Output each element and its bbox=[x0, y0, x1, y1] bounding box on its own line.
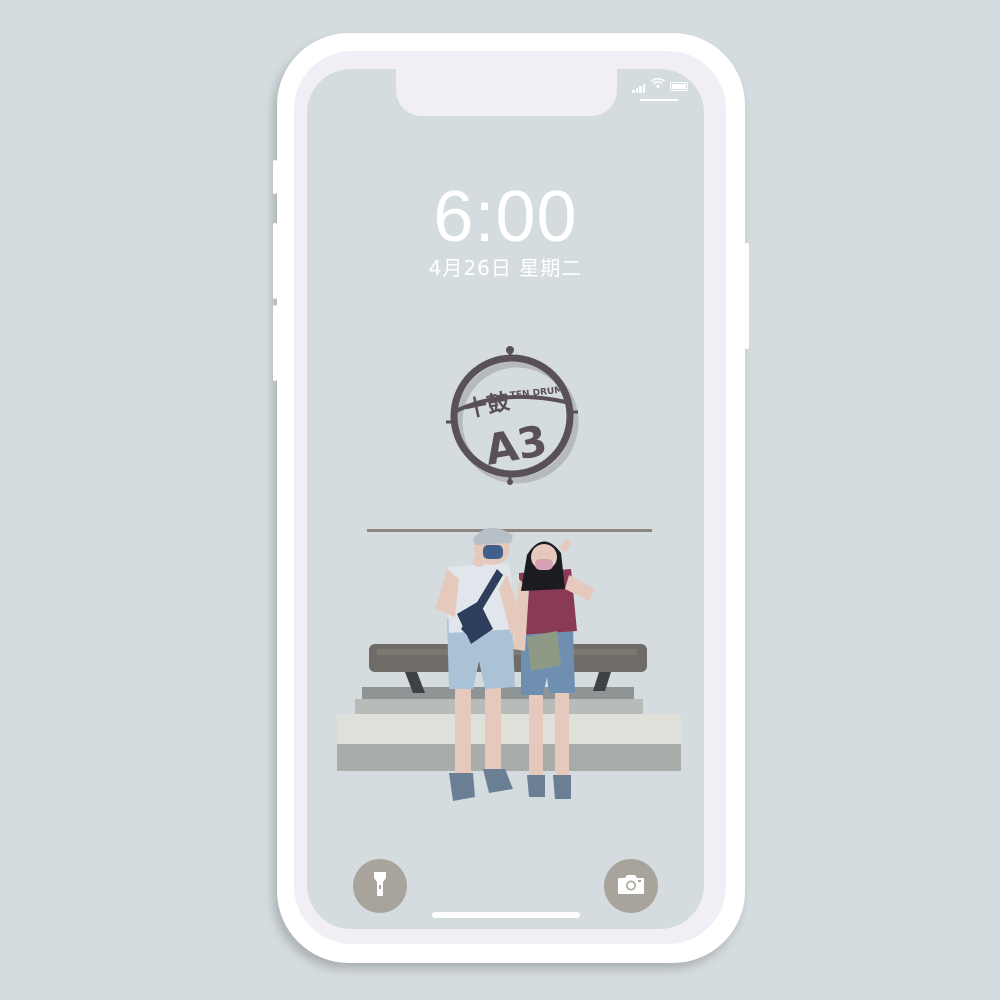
lock-screen[interactable]: 6:00 4月26日 星期二 十鼓 TEN DRUM A3 bbox=[307, 69, 704, 929]
volume-down-button bbox=[273, 305, 277, 381]
home-indicator[interactable] bbox=[432, 912, 580, 918]
power-button bbox=[745, 243, 749, 349]
mute-switch bbox=[273, 160, 277, 194]
volume-up-button bbox=[273, 223, 277, 299]
canvas: 6:00 4月26日 星期二 十鼓 TEN DRUM A3 bbox=[0, 0, 1000, 1000]
logo-chinese-text: 十鼓 bbox=[463, 389, 512, 423]
phone-bezel: 6:00 4月26日 星期二 十鼓 TEN DRUM A3 bbox=[294, 51, 726, 944]
camera-button[interactable] bbox=[604, 859, 658, 913]
flashlight-button[interactable] bbox=[353, 859, 407, 913]
camera-icon bbox=[617, 873, 645, 899]
flashlight-icon bbox=[372, 871, 388, 901]
phone-frame: 6:00 4月26日 星期二 十鼓 TEN DRUM A3 bbox=[273, 33, 749, 963]
drum-target-logo: 十鼓 TEN DRUM A3 bbox=[446, 346, 579, 485]
rail bbox=[367, 529, 652, 532]
wallpaper-illustration: 十鼓 TEN DRUM A3 bbox=[337, 346, 681, 801]
platform bbox=[337, 687, 681, 771]
